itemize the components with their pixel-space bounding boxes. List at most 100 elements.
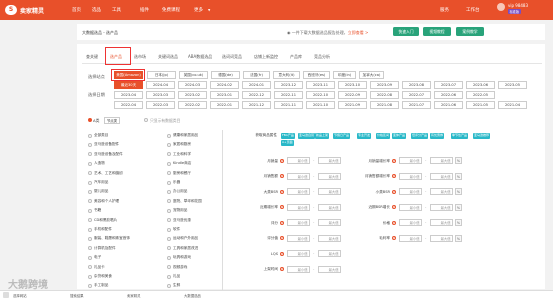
category-item[interactable]: 工业和科学 (173, 152, 191, 157)
category-checkbox[interactable] (167, 255, 171, 260)
date-chip[interactable]: 2022-06 (434, 91, 463, 99)
nav-plugin[interactable]: 插件 (140, 7, 149, 13)
category-checkbox[interactable] (88, 142, 92, 147)
category-checkbox[interactable] (167, 161, 171, 166)
date-chip[interactable]: 2022-02 (178, 101, 207, 109)
date-chip[interactable]: 2024-03 (178, 81, 207, 89)
tab-shop-monitor[interactable]: 店铺上新监控 (254, 54, 278, 60)
range-max-input[interactable]: 最大值 (318, 188, 341, 195)
category-checkbox[interactable] (167, 236, 171, 241)
category-checkbox[interactable] (88, 133, 92, 138)
category-item[interactable]: 计算机及配件 (94, 246, 116, 251)
site-chip-es[interactable]: 西班牙(es) (303, 71, 330, 79)
range-min-input[interactable]: 最小值 (287, 219, 310, 226)
notice-link[interactable]: 立即查看 > (348, 30, 369, 35)
range-min-input[interactable]: 最小值 (399, 157, 422, 164)
category-item[interactable]: 手工制品 (94, 283, 108, 288)
date-chip[interactable]: 2021-05 (466, 101, 495, 109)
taskbar-item-1[interactable]: 选择网站 (13, 293, 27, 298)
tab-keyword[interactable]: 查关键 (86, 54, 98, 60)
date-chip[interactable]: 2023-05 (498, 81, 527, 89)
unit-select[interactable]: % (455, 172, 462, 180)
range-max-input[interactable]: 最大值 (318, 265, 341, 273)
category-checkbox[interactable] (88, 227, 92, 232)
category-item[interactable]: 健康和家居用品 (173, 133, 198, 138)
category-checkbox[interactable] (167, 274, 171, 279)
category-item[interactable]: 手机和配件 (94, 227, 112, 232)
unit-select[interactable]: % (455, 188, 462, 195)
category-checkbox[interactable] (88, 236, 92, 241)
date-chip[interactable]: 2021-04 (498, 101, 527, 109)
filter-tag[interactable]: 有优惠券 (430, 133, 445, 139)
date-chip[interactable]: 2022-08 (370, 91, 399, 99)
case-study-button[interactable]: 案例教学 (456, 27, 484, 36)
date-chip[interactable]: 2023-10 (338, 81, 367, 89)
range-max-input[interactable]: 最大值 (430, 172, 453, 180)
range-max-input[interactable]: 最大值 (430, 188, 453, 195)
unit-select[interactable]: % (455, 157, 462, 164)
date-chip[interactable]: 2022-05 (466, 91, 495, 99)
range-min-input[interactable]: 最小值 (287, 172, 310, 180)
category-item[interactable]: 礼品 (173, 274, 180, 279)
category-item[interactable]: 办公用品 (173, 189, 187, 194)
category-checkbox[interactable] (88, 208, 92, 213)
category-checkbox[interactable] (167, 133, 171, 138)
date-chip[interactable]: 2023-06 (466, 81, 495, 89)
date-chip[interactable]: 2022-12 (242, 91, 271, 99)
category-checkbox[interactable] (88, 274, 92, 279)
filter-tag[interactable]: 亚马逊自营 (298, 133, 316, 139)
category-item[interactable]: 美容和个人护理 (94, 199, 119, 204)
site-chip-uk[interactable]: 英国(co.uk) (179, 71, 208, 79)
category-item[interactable]: 汽车用品 (94, 180, 108, 185)
category-checkbox[interactable] (167, 227, 171, 232)
filter-tag[interactable]: A+页面 (281, 140, 294, 146)
category-item[interactable]: 人造物 (94, 161, 105, 166)
tab-product-library[interactable]: 产品库 (290, 54, 302, 60)
tab-select-market[interactable]: 选市场 (134, 54, 146, 60)
start-icon[interactable] (3, 292, 9, 298)
category-item[interactable]: 电子 (94, 255, 101, 260)
unit-select[interactable]: % (455, 234, 462, 242)
range-min-input[interactable]: 最小值 (399, 172, 422, 180)
category-item[interactable]: 工具和家居改进 (173, 246, 198, 251)
category-item[interactable]: 软件 (173, 227, 180, 232)
category-checkbox[interactable] (167, 142, 171, 147)
date-chip[interactable]: 2022-11 (274, 91, 303, 99)
date-chip[interactable]: 最近30天 (114, 81, 143, 89)
category-item[interactable]: 书籍 (94, 208, 101, 213)
range-max-input[interactable]: 最大值 (318, 219, 341, 226)
unit-select[interactable]: % (455, 219, 462, 226)
user-name[interactable]: vip 98483 (508, 3, 528, 8)
category-checkbox[interactable] (167, 208, 171, 213)
category-item[interactable]: 艺术、工艺和缝纫 (94, 171, 123, 176)
range-min-input[interactable]: 最小值 (287, 203, 310, 211)
category-item[interactable]: 宠物用品 (173, 208, 187, 213)
nav-courses[interactable]: 免费课程 (162, 7, 180, 13)
date-chip[interactable]: 2023-02 (178, 91, 207, 99)
date-chip[interactable]: 2024-04 (146, 81, 175, 89)
brand-name[interactable]: 卖家精灵 (20, 6, 44, 15)
date-chip[interactable]: 2022-07 (402, 91, 431, 99)
category-item[interactable]: CD和黑胶唱片 (94, 218, 117, 223)
date-chip[interactable]: 2024-02 (210, 81, 239, 89)
unit-select[interactable]: % (455, 203, 462, 211)
range-max-input[interactable]: 最大值 (318, 234, 341, 242)
category-checkbox[interactable] (88, 189, 92, 194)
date-chip[interactable]: 2021-08 (370, 101, 399, 109)
date-chip[interactable]: 2022-01 (210, 101, 239, 109)
nav-tools[interactable]: 工具 (112, 7, 121, 13)
category-item[interactable]: 亚马逊优惠 (173, 218, 191, 223)
site-chip-fr[interactable]: 法国(fr) (243, 71, 270, 79)
filter-tag[interactable]: 节假日产品 (333, 133, 351, 139)
filter-tag[interactable]: 季节性产品 (451, 133, 469, 139)
category-checkbox[interactable] (88, 180, 92, 185)
category-item[interactable]: 庭院、草坪和花园 (173, 199, 202, 204)
category-checkbox[interactable] (88, 283, 92, 288)
site-chip-jp[interactable]: 日本(Jp) (147, 71, 176, 79)
date-chip[interactable]: 2023-04 (114, 91, 143, 99)
category-item[interactable]: 乐器 (173, 180, 180, 185)
date-chip[interactable]: 2023-11 (306, 81, 335, 89)
category-checkbox[interactable] (167, 189, 171, 194)
date-chip[interactable]: 2023-09 (370, 81, 399, 89)
nav-more[interactable]: 更多 (194, 7, 203, 13)
